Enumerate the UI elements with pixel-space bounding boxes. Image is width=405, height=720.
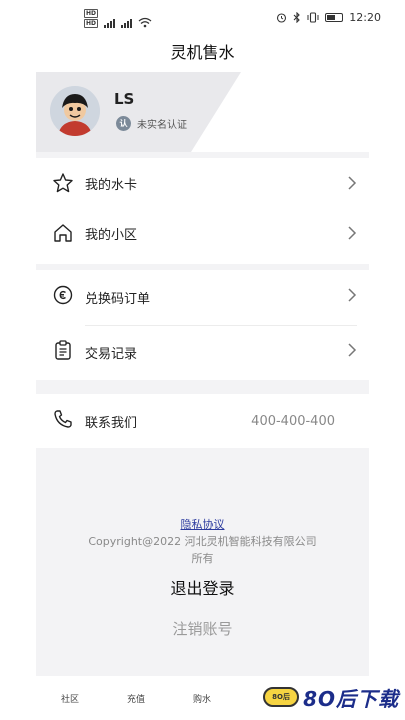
clipboard-icon xyxy=(55,340,71,360)
section-contact: 联系我们 400-400-400 xyxy=(36,394,369,448)
chevron-right-icon xyxy=(348,343,357,357)
nav-tab-recharge[interactable]: 充值 xyxy=(127,692,145,705)
menu-item-label: 联系我们 xyxy=(85,415,138,431)
star-icon xyxy=(53,173,73,193)
status-right: 12:20 xyxy=(276,11,381,24)
status-left: HD HD xyxy=(84,9,152,28)
verify-icon: 认 xyxy=(116,116,131,131)
section-cards: 我的水卡 我的小区 xyxy=(36,158,369,264)
hd-badge: HD xyxy=(84,19,99,28)
chevron-right-icon xyxy=(348,226,357,240)
home-icon xyxy=(54,224,72,242)
vibrate-icon xyxy=(307,12,319,23)
watermark-text: 8O后下载 xyxy=(303,686,399,711)
menu-item-transactions[interactable]: 交易记录 xyxy=(36,325,369,380)
status-bar: HD HD 12:20 xyxy=(0,0,405,34)
menu-item-community[interactable]: 我的小区 xyxy=(36,208,369,258)
battery-icon xyxy=(325,13,344,22)
menu-item-label: 交易记录 xyxy=(85,347,138,362)
nav-tab-community[interactable]: 社区 xyxy=(61,692,79,705)
bluetooth-icon xyxy=(293,12,301,23)
menu-item-redeem-orders[interactable]: 兑换码订单 xyxy=(36,270,369,325)
menu-item-contact-us[interactable]: 联系我们 400-400-400 xyxy=(36,394,369,448)
chevron-right-icon xyxy=(348,176,357,190)
logout-button[interactable]: 退出登录 xyxy=(36,575,369,599)
privacy-link[interactable]: 隐私协议 xyxy=(36,516,369,532)
avatar[interactable] xyxy=(50,86,100,136)
menu-item-water-card[interactable]: 我的水卡 xyxy=(36,158,369,208)
alarm-icon xyxy=(277,13,287,23)
section-orders: 兑换码订单 交易记录 xyxy=(36,270,369,380)
signal-icon xyxy=(121,17,133,28)
phone-icon xyxy=(54,410,72,428)
menu-item-label: 我的小区 xyxy=(85,227,138,243)
verify-status-text: 未实名认证 xyxy=(137,120,187,131)
wifi-icon xyxy=(138,17,152,28)
copyright-text: Copyright@2022 河北灵机智能科技有限公司所有 xyxy=(88,535,317,565)
hd-indicators: HD HD xyxy=(84,9,99,28)
verification-status[interactable]: 认 未实名认证 xyxy=(116,116,187,131)
hd-badge: HD xyxy=(84,9,99,18)
coupon-icon xyxy=(53,285,73,305)
signal-icon xyxy=(104,17,116,28)
avatar-image xyxy=(50,86,100,136)
username: LS xyxy=(114,90,135,108)
watermark-badge: 8O后 xyxy=(263,687,300,707)
nav-tab-buy-water[interactable]: 购水 xyxy=(193,692,211,705)
page-title: 灵机售水 xyxy=(170,43,235,62)
menu-item-label: 兑换码订单 xyxy=(85,292,151,307)
cancel-account-button[interactable]: 注销账号 xyxy=(36,618,369,639)
contact-phone[interactable]: 400-400-400 xyxy=(251,414,335,429)
menu-item-label: 我的水卡 xyxy=(85,177,138,193)
profile-card[interactable]: LS 认 未实名认证 xyxy=(36,72,369,152)
chevron-right-icon xyxy=(348,288,357,302)
status-time: 12:20 xyxy=(349,11,381,24)
watermark-logo: 8O后 8O后下载 xyxy=(263,681,399,713)
